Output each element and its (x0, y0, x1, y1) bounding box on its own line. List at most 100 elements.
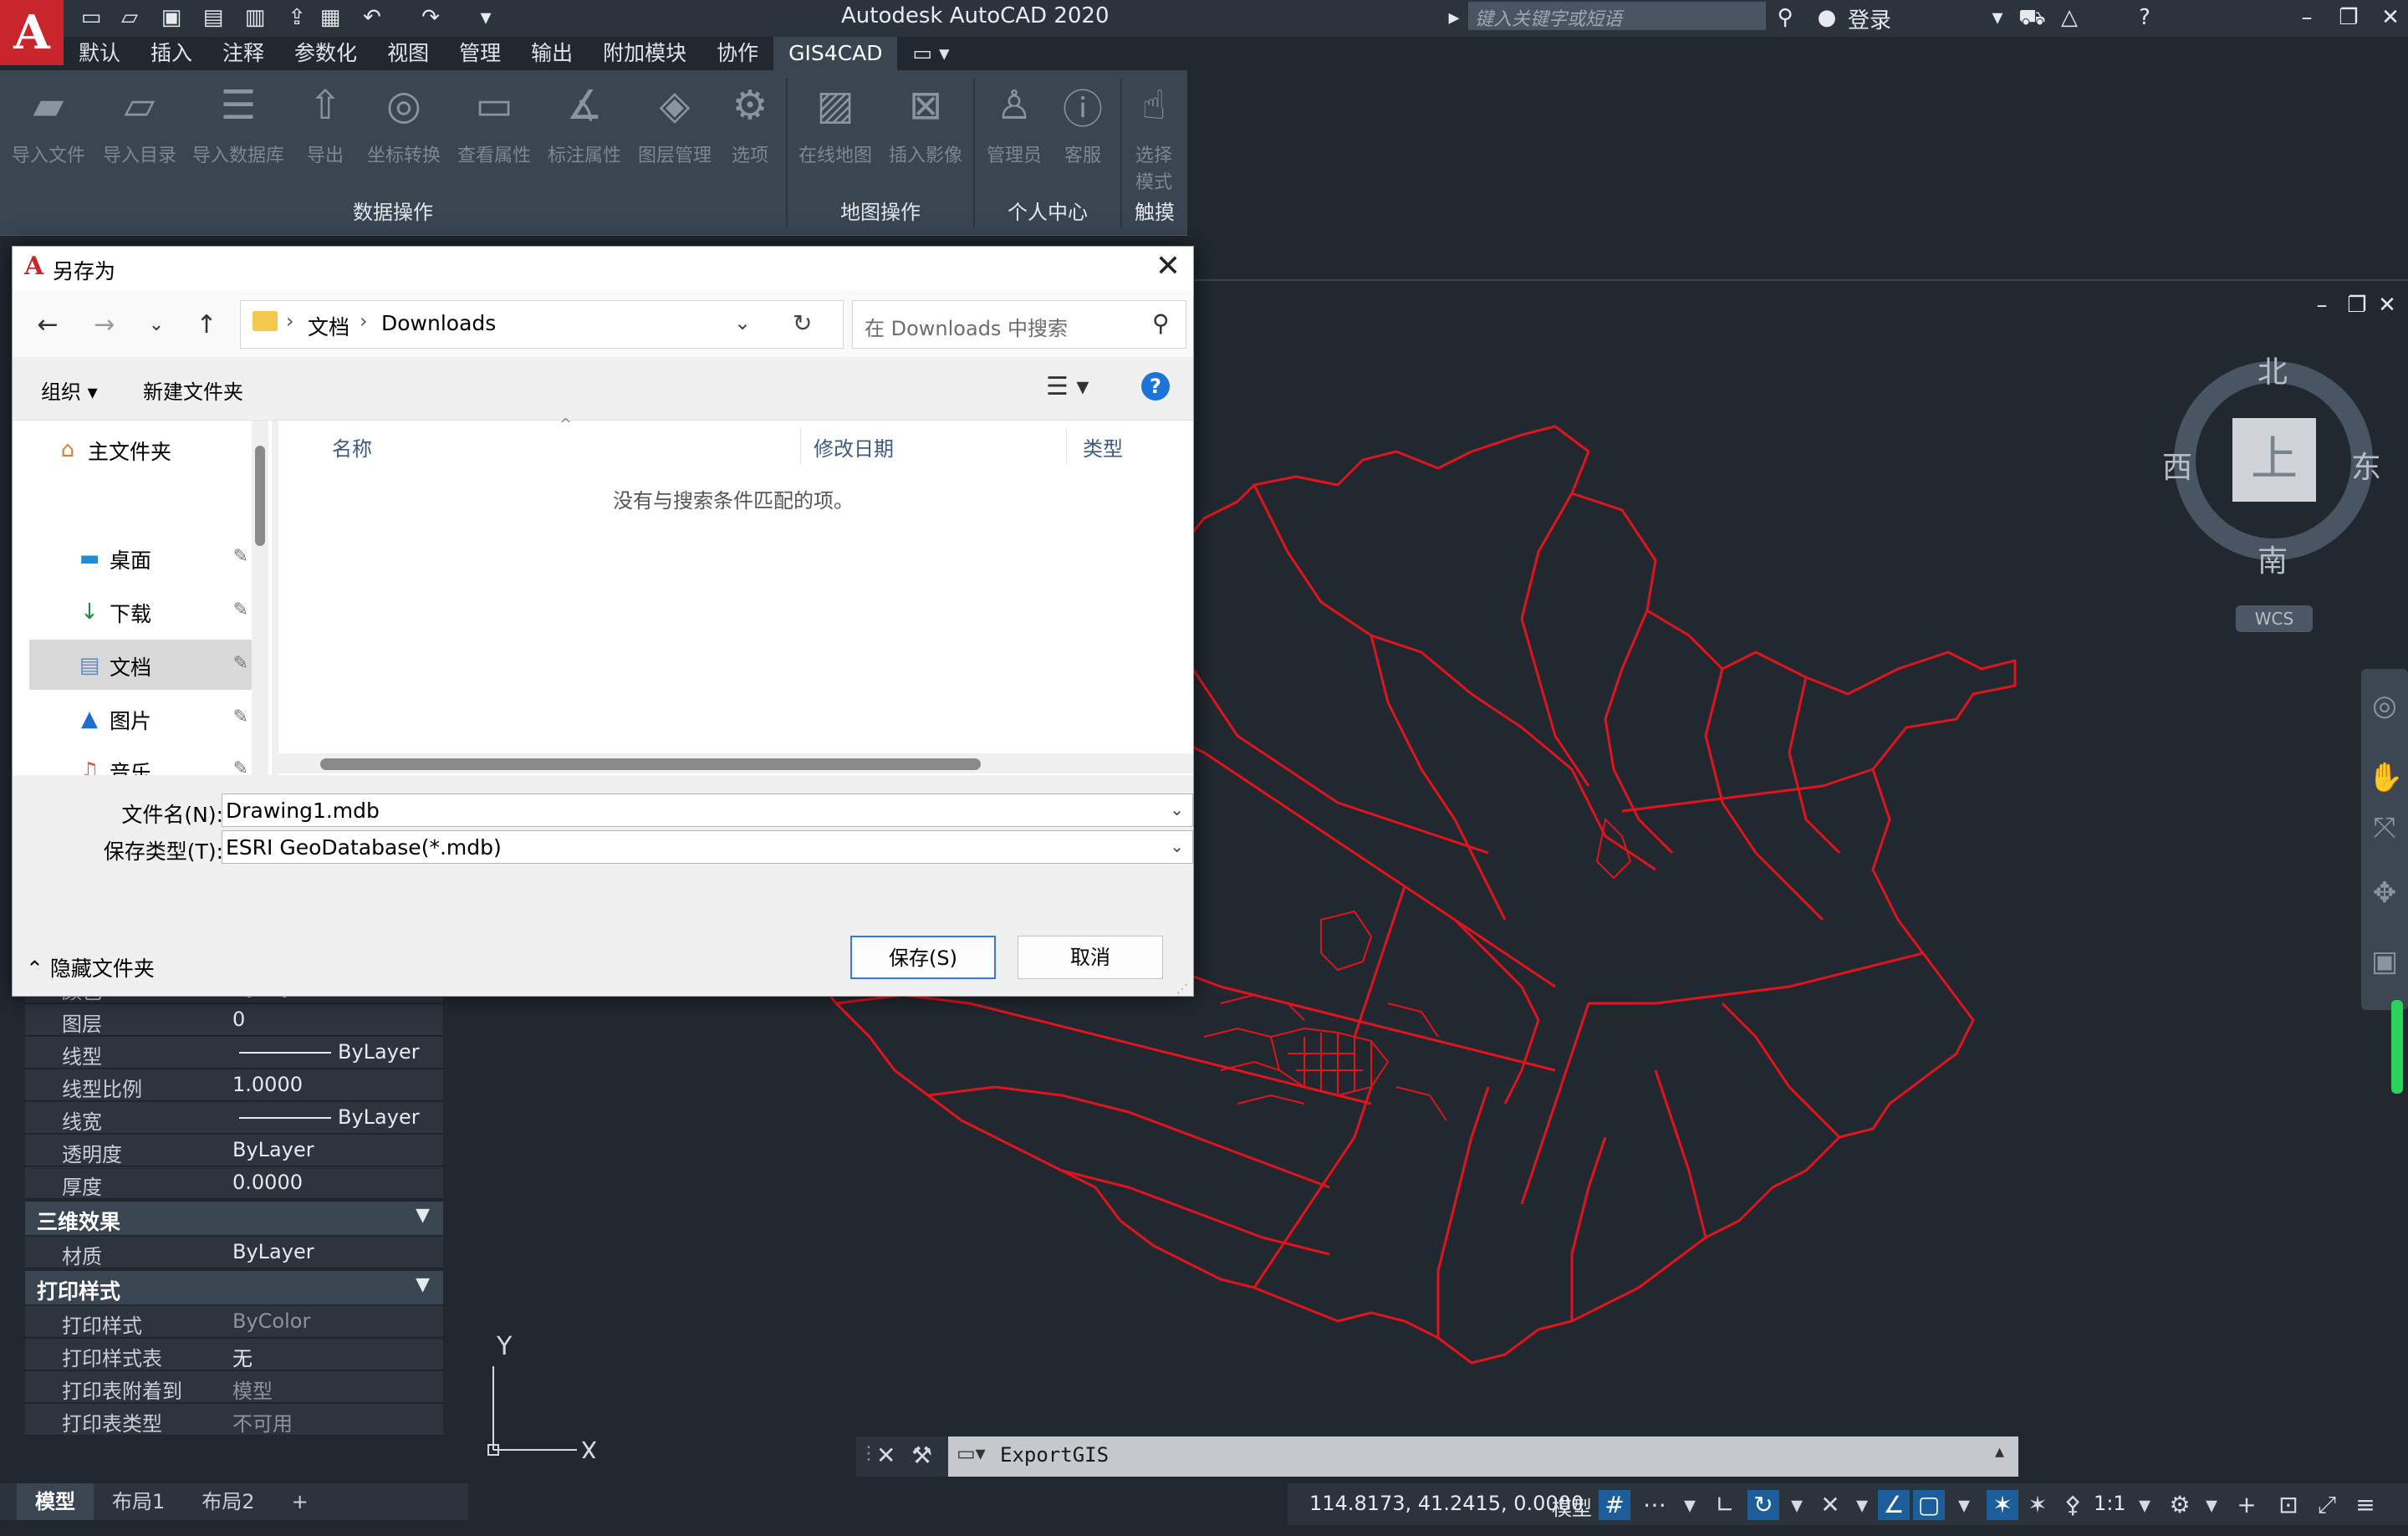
zoom-extents-icon[interactable]: ⤧ (2368, 811, 2401, 845)
cancel-button[interactable]: 取消 (1018, 936, 1163, 979)
command-line[interactable]: ▭▾ ExportGIS ▴ (948, 1436, 2018, 1477)
property-section-header[interactable]: 三维效果 ▼ (25, 1202, 443, 1235)
customize-wrench-icon[interactable]: ⚒ (911, 1442, 932, 1469)
command-history-icon[interactable]: ▴ (1995, 1442, 2004, 1462)
property-row[interactable]: 线宽 ByLayer (25, 1102, 443, 1134)
pin-icon[interactable]: ✎ (233, 600, 248, 620)
pin-icon[interactable]: ✎ (233, 546, 248, 567)
dialog-close-button[interactable]: ✕ (1150, 250, 1186, 283)
tab-model[interactable]: 模型 (17, 1483, 94, 1520)
resize-grip-icon[interactable]: ⋰ (1176, 982, 1188, 996)
back-arrow-icon[interactable]: ← (29, 309, 66, 342)
up-folder-arrow-icon[interactable]: ↑ (188, 309, 225, 342)
search-input[interactable]: 键入关键字或短语 (1468, 2, 1766, 30)
annotation-scale-icon[interactable]: ⚴ (2057, 1490, 2089, 1520)
viewcube-east[interactable]: 东 (2351, 443, 2381, 487)
polar-tracking-icon[interactable]: ↻ (1747, 1490, 1779, 1520)
property-value[interactable]: ByLayer (338, 1105, 420, 1129)
expand-search-icon[interactable]: ▸ (1441, 5, 1467, 30)
tab-options-toggle[interactable]: ▭ ▾ (897, 37, 964, 70)
viewport-restore-icon[interactable]: ❐ (2344, 293, 2370, 318)
collapse-caret-icon[interactable]: ▼ (416, 1274, 430, 1295)
snap-icon[interactable]: ⋯ (1639, 1490, 1671, 1520)
filename-input[interactable]: Drawing1.mdb ⌄ (222, 794, 1193, 827)
refresh-icon[interactable]: ↻ (793, 309, 812, 337)
property-value[interactable]: ByLayer (232, 1138, 314, 1161)
property-row[interactable]: 线型 ByLayer (25, 1037, 443, 1069)
property-row[interactable]: 线型比例 1.0000 (25, 1069, 443, 1101)
property-row[interactable]: 打印样式表 无 (25, 1339, 443, 1370)
tab-gis4cad[interactable]: GIS4CAD (773, 37, 898, 70)
cart-icon[interactable]: ⛟ (2018, 5, 2046, 30)
tree-item-pictures[interactable]: ▲ 图片 ✎ (29, 693, 253, 743)
annotation-scale-value[interactable]: 1:1 (2094, 1492, 2126, 1515)
user-icon[interactable]: ● (1814, 5, 1839, 30)
column-name[interactable]: 名称 (332, 432, 372, 462)
viewport-minimize-icon[interactable]: – (2309, 293, 2334, 318)
tree-item-music[interactable]: ♫ 音乐 ✎ (29, 745, 253, 775)
property-row[interactable]: 透明度 ByLayer (25, 1135, 443, 1166)
pan-hand-icon[interactable]: ✋ (2368, 761, 2403, 794)
model-space-toggle[interactable]: 模型 (1552, 1492, 1592, 1521)
redo-icon[interactable]: ↷ (418, 5, 443, 30)
quick-access-dropdown-icon[interactable]: ▾ (473, 5, 498, 30)
coordinate-readout[interactable]: 114.8173, 41.2415, 0.0000 (1309, 1492, 1584, 1515)
admin-button[interactable]: ♙ 管理员 (978, 82, 1050, 199)
isolate-objects-icon[interactable]: ⊡ (2273, 1490, 2304, 1520)
viewcube-top-face[interactable]: 上 (2232, 418, 2316, 502)
pin-icon[interactable]: ✎ (233, 653, 248, 674)
login-link[interactable]: 登录 (1848, 3, 1891, 34)
scale-dropdown-icon[interactable]: ▾ (2129, 1490, 2161, 1520)
options-button[interactable]: ⚙ 选项 (721, 82, 779, 199)
navbar-scroll-indicator[interactable] (2391, 1000, 2403, 1094)
open-folder-icon[interactable]: ▱ (117, 5, 142, 30)
property-section-header[interactable]: 打印样式 ▼ (25, 1271, 443, 1304)
help-icon[interactable]: ? (1141, 372, 1170, 401)
orbit-icon[interactable]: ✥ (2368, 876, 2401, 910)
dialog-search-input[interactable]: 在 Downloads 中搜索 ⚲ (852, 300, 1186, 349)
organize-menu[interactable]: 组织 ▾ (41, 375, 98, 405)
publish-icon[interactable]: ▥ (242, 5, 268, 30)
forward-arrow-icon[interactable]: → (86, 309, 123, 342)
column-type[interactable]: 类型 (1083, 432, 1123, 462)
property-row[interactable]: 打印表附着到 模型 (25, 1371, 443, 1403)
import-directory-button[interactable]: ▱ 导入目录 (95, 82, 184, 199)
viewcube-north[interactable]: 北 (2258, 348, 2288, 391)
wcs-dropdown[interactable]: WCS (2236, 605, 2313, 632)
collapse-caret-icon[interactable]: ▼ (416, 1205, 430, 1226)
plot-icon[interactable]: ▦ (318, 5, 343, 30)
import-database-button[interactable]: ☰ 导入数据库 (186, 82, 291, 199)
export-button[interactable]: ⇧ 导出 (294, 82, 356, 199)
export-icon[interactable]: ⇪ (284, 5, 309, 30)
file-list-scroll-thumb[interactable] (320, 758, 981, 770)
viewcube-south[interactable]: 南 (2258, 537, 2288, 580)
object-snap-dropdown-icon[interactable]: ▾ (1948, 1490, 1980, 1520)
save-as-icon[interactable]: ▤ (201, 5, 226, 30)
new-file-icon[interactable]: ▭ (79, 5, 104, 30)
tab-annotate[interactable]: 注释 (207, 37, 279, 70)
close-command-icon[interactable]: ✕ (876, 1442, 895, 1469)
isodraft-dropdown-icon[interactable]: ▾ (1846, 1490, 1878, 1520)
hide-folders-toggle[interactable]: ⌃ 隐藏文件夹 (26, 952, 155, 982)
steering-wheel-icon[interactable]: ◎ (2368, 689, 2401, 722)
tab-addins[interactable]: 附加模块 (588, 37, 701, 70)
property-value[interactable]: 无 (232, 1342, 253, 1371)
application-menu-button[interactable]: A (0, 0, 64, 65)
pin-icon[interactable]: ✎ (233, 707, 248, 727)
navigation-scroll-thumb[interactable] (255, 446, 265, 546)
property-value[interactable]: ByColor (232, 1309, 310, 1333)
full-screen-icon[interactable]: ⤢ (2311, 1490, 2343, 1520)
login-dropdown-icon[interactable]: ▾ (1985, 5, 2010, 30)
property-row[interactable]: 厚度 0.0000 (25, 1167, 443, 1199)
column-modified[interactable]: 修改日期 (814, 432, 894, 462)
filetype-select[interactable]: ESRI GeoDatabase(*.mdb) ⌄ (222, 830, 1193, 864)
restore-icon[interactable]: ❐ (2336, 5, 2361, 30)
online-map-button[interactable]: ▨ 在线地图 (791, 82, 880, 199)
tab-layout1[interactable]: 布局1 (94, 1483, 183, 1520)
tab-collaborate[interactable]: 协作 (701, 37, 773, 70)
tree-item-desktop[interactable]: ▬ 桌面 ✎ (29, 533, 253, 583)
property-value[interactable]: ByLayer (338, 1040, 420, 1064)
autodesk-a360-icon[interactable]: △ (2057, 5, 2082, 30)
command-input[interactable]: ExportGIS (1000, 1443, 1109, 1467)
tree-item-downloads[interactable]: ↓ 下载 ✎ (29, 586, 253, 636)
